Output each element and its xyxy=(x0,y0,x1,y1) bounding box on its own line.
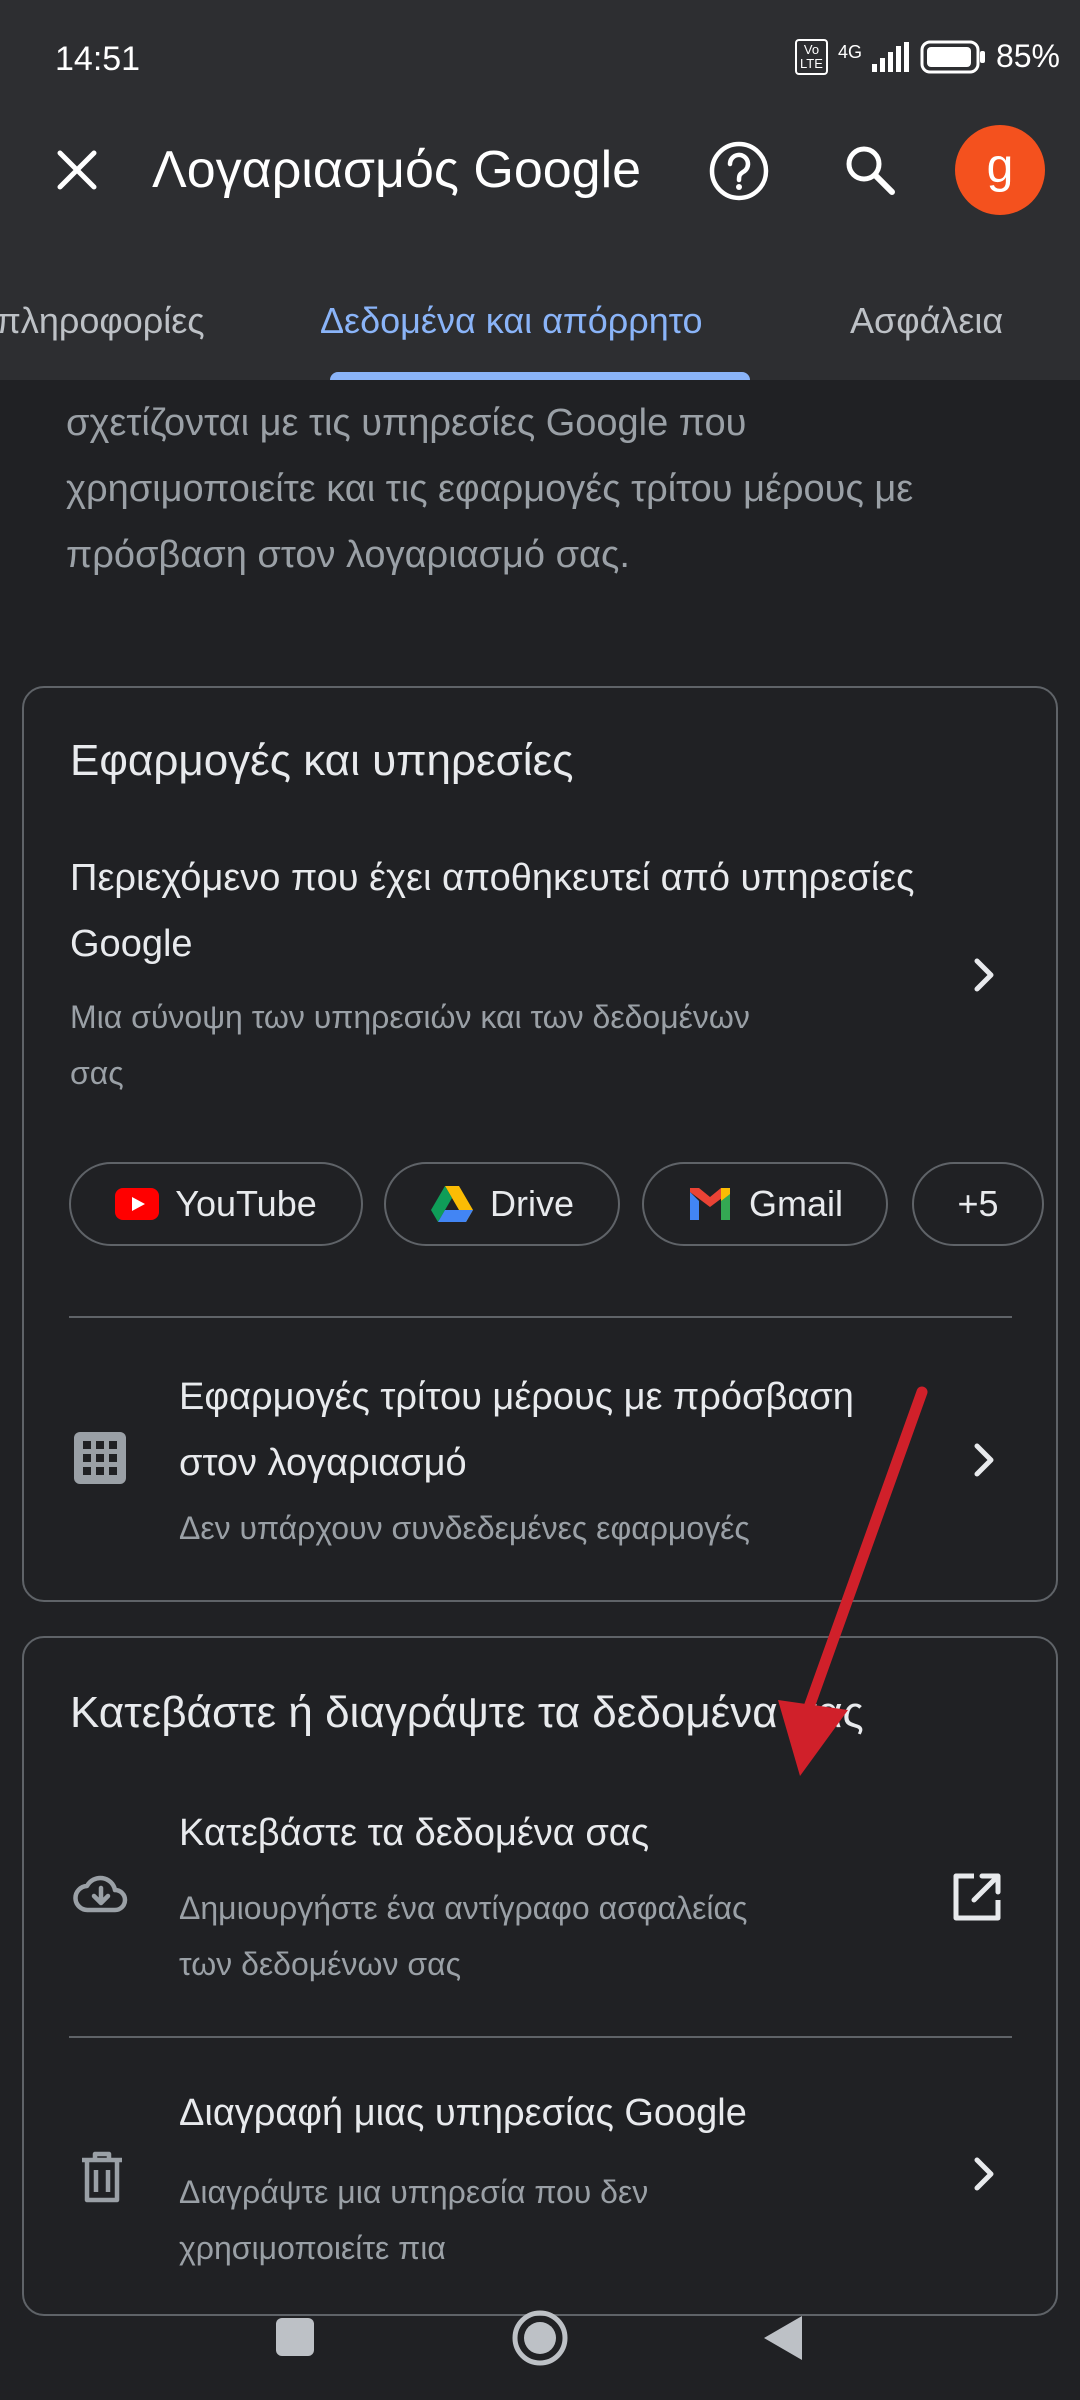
battery-percent: 85% xyxy=(995,38,1060,74)
gmail-icon xyxy=(689,1188,730,1220)
delete-service-title: Διαγραφή μιας υπηρεσίας Google xyxy=(179,2092,747,2134)
recents-button[interactable] xyxy=(274,2316,316,2358)
download-data-subtitle: Δημιουργήστε ένα αντίγραφο ασφαλείας των… xyxy=(179,1890,748,1982)
chip-label: Gmail xyxy=(748,1183,843,1224)
status-time: 14:51 xyxy=(55,40,141,78)
battery-icon xyxy=(920,40,985,73)
delete-service-item[interactable]: Διαγραφή μιας υπηρεσίας Google Διαγράψτε… xyxy=(24,2080,1052,2280)
apps-services-title: Εφαρμογές και υπηρεσίες xyxy=(70,736,574,785)
cloud-download-icon xyxy=(73,1875,128,1913)
tab-security[interactable]: Ασφάλεια xyxy=(850,300,1003,342)
chevron-right-icon xyxy=(974,2157,994,2191)
content-saved-title: Περιεχόμενο που έχει αποθηκευτεί από υπη… xyxy=(70,857,915,965)
network-label: 4G xyxy=(837,42,862,62)
search-icon[interactable] xyxy=(842,142,898,198)
active-tab-indicator xyxy=(330,372,750,380)
status-icons: Vo LTE 4G 85% xyxy=(795,38,1060,75)
annotation-arrow xyxy=(778,1386,928,1776)
chip-gmail[interactable]: Gmail xyxy=(642,1162,888,1246)
download-data-title: Κατεβάστε τα δεδομένα σας xyxy=(179,1812,650,1854)
content-saved-subtitle: Μια σύνοψη των υπηρεσιών και των δεδομέν… xyxy=(70,999,750,1091)
divider xyxy=(69,1316,1012,1318)
drive-icon xyxy=(430,1186,473,1222)
download-data-item[interactable]: Κατεβάστε τα δεδομένα σας Δημιουργήστε έ… xyxy=(24,1800,1052,1990)
page-title: Λογαριασμός Google xyxy=(152,141,642,199)
youtube-icon xyxy=(115,1188,160,1220)
chip-drive[interactable]: Drive xyxy=(384,1162,620,1246)
home-button[interactable] xyxy=(510,2308,570,2368)
open-external-icon xyxy=(953,1873,1001,1921)
tab-data-privacy[interactable]: Δεδομένα και απόρρητο xyxy=(320,300,703,342)
avatar[interactable]: g xyxy=(955,125,1045,215)
volte-icon: Vo LTE xyxy=(795,38,828,75)
delete-service-subtitle: Διαγράψτε μια υπηρεσία που δεν χρησιμοπο… xyxy=(179,2174,649,2266)
help-icon[interactable] xyxy=(708,140,770,202)
tab-personal-info[interactable]: πληροφορίες xyxy=(0,300,205,342)
divider xyxy=(69,2036,1012,2038)
chip-youtube[interactable]: YouTube xyxy=(69,1162,363,1246)
content-saved-item[interactable]: Περιεχόμενο που έχει αποθηκευτεί από υπη… xyxy=(24,845,1052,1105)
chip-label: +5 xyxy=(957,1183,999,1224)
intro-text: σχετίζονται με τις υπηρεσίες Google που … xyxy=(66,402,914,576)
close-icon[interactable] xyxy=(52,145,102,195)
trash-icon xyxy=(82,2151,122,2203)
back-button[interactable] xyxy=(760,2314,806,2362)
signal-icon xyxy=(871,41,909,72)
chevron-right-icon xyxy=(974,958,994,992)
apps-grid-icon xyxy=(74,1432,126,1484)
chip-label: YouTube xyxy=(175,1183,317,1224)
chip-more[interactable]: +5 xyxy=(912,1162,1044,1246)
download-delete-title: Κατεβάστε ή διαγράψτε τα δεδομένα σας xyxy=(70,1688,864,1737)
chevron-right-icon xyxy=(974,1443,994,1477)
chip-label: Drive xyxy=(489,1183,574,1224)
